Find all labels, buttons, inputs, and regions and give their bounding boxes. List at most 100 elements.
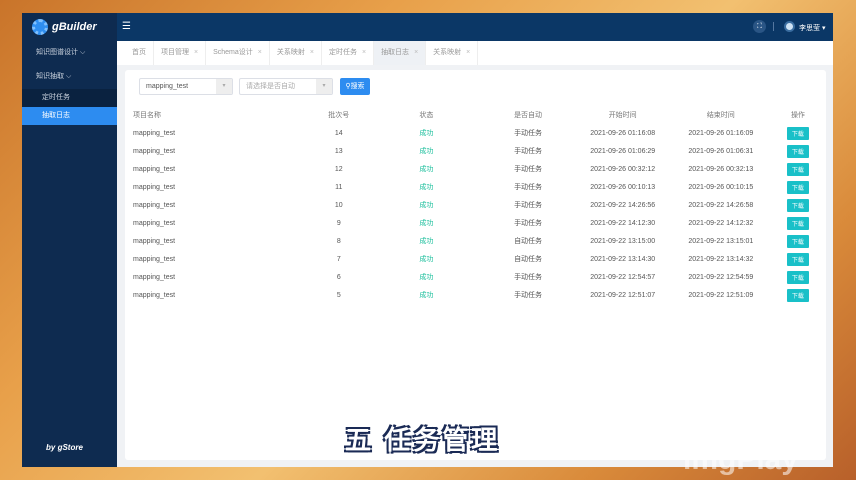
cell-text: 2021-09-22 13:15:01 xyxy=(688,237,754,245)
user-menu[interactable]: 李思莹 ▾ xyxy=(799,23,825,33)
table-cell: mapping_test xyxy=(125,142,307,160)
avatar[interactable] xyxy=(784,21,795,32)
top-header: ☰ ⛶ 李思莹 ▾ xyxy=(22,13,833,41)
project-select[interactable]: mapping_test ▾ xyxy=(139,78,233,95)
table-cell: 10 xyxy=(307,196,370,214)
close-icon[interactable]: × xyxy=(258,49,262,56)
tab-0[interactable]: 首页 xyxy=(125,41,154,65)
table-cell: 2021-09-22 14:26:58 xyxy=(672,196,770,214)
cell-text: 2021-09-22 14:26:58 xyxy=(688,201,754,209)
download-button[interactable]: 下载 xyxy=(786,270,809,284)
table-cell: 2021-09-26 01:06:29 xyxy=(574,142,672,160)
cell-text: 2021-09-22 13:14:32 xyxy=(688,255,754,263)
auto-select[interactable]: 请选择是否自动 ▾ xyxy=(239,78,333,95)
cell-text: 手动任务 xyxy=(514,202,543,209)
tab-6[interactable]: 关系映射 × xyxy=(426,41,479,65)
cell-text: 7 xyxy=(336,255,341,263)
divider xyxy=(773,22,774,31)
table-cell: 7 xyxy=(307,250,370,268)
project-select-value: mapping_test xyxy=(146,83,189,90)
fullscreen-icon[interactable]: ⛶ xyxy=(753,20,766,33)
status-text: 成功 xyxy=(419,256,434,263)
tab-5[interactable]: 抽取日志 × xyxy=(374,41,427,65)
cell-text: mapping_test xyxy=(133,183,176,191)
powered-by-logo: by gStore xyxy=(46,443,83,452)
cell-text: 2021-09-26 01:06:29 xyxy=(590,147,656,155)
table-cell: mapping_test xyxy=(125,214,307,232)
tab-3[interactable]: 关系映射 × xyxy=(270,41,322,65)
cell-text: mapping_test xyxy=(133,237,176,245)
close-icon[interactable]: × xyxy=(466,49,470,56)
cell-text: 自动任务 xyxy=(514,256,543,263)
table-cell: 成功 xyxy=(370,250,482,268)
tab-1[interactable]: 项目管理 × xyxy=(154,41,207,65)
status-text: 成功 xyxy=(419,238,434,245)
cell-text: mapping_test xyxy=(133,147,176,155)
table-row: mapping_test 9 成功 手动任务 2021-09-22 14:12:30 20… xyxy=(125,214,826,232)
table-cell: 成功 xyxy=(370,268,482,286)
cell-text: 手动任务 xyxy=(514,130,543,137)
download-button[interactable]: 下载 xyxy=(786,234,809,248)
tab-label: 关系映射 xyxy=(433,49,462,56)
table-cell: 2021-09-26 01:16:08 xyxy=(574,124,672,142)
cell-text: 2021-09-26 01:06:31 xyxy=(688,147,754,155)
table-cell: 2021-09-22 12:51:07 xyxy=(574,286,672,304)
status-text: 成功 xyxy=(419,274,434,281)
column-header: 操作 xyxy=(790,112,805,119)
table-cell: 2021-09-26 00:32:12 xyxy=(574,160,672,178)
table-cell: mapping_test xyxy=(125,160,307,178)
cell-text: 手动任务 xyxy=(514,148,543,155)
table-cell: 成功 xyxy=(370,178,482,196)
table-cell: 2021-09-22 13:15:00 xyxy=(574,232,672,250)
tab-2[interactable]: Schema设计 × xyxy=(206,41,270,65)
download-button[interactable]: 下载 xyxy=(786,198,809,212)
table-cell: 2021-09-22 13:15:01 xyxy=(672,232,770,250)
cell-text: 2021-09-26 00:10:13 xyxy=(590,183,656,191)
cell-text: 2021-09-22 14:12:32 xyxy=(688,219,754,227)
cell-text: 2021-09-22 12:54:57 xyxy=(590,273,656,281)
search-button[interactable]: ⚲搜索 xyxy=(340,78,370,95)
table-row: mapping_test 13 成功 手动任务 2021-09-26 01:06:29 2… xyxy=(125,142,826,160)
table-cell: 手动任务 xyxy=(483,268,574,286)
cell-text: 自动任务 xyxy=(514,238,543,245)
cell-text: 2021-09-22 12:51:09 xyxy=(688,291,754,299)
table-row: mapping_test 11 成功 手动任务 2021-09-26 00:10:13 2… xyxy=(125,178,826,196)
table-cell: 2021-09-22 12:54:59 xyxy=(672,268,770,286)
sidebar-item-scheduled-tasks[interactable]: 定时任务 xyxy=(22,89,117,107)
table-cell: 下载 xyxy=(770,142,826,160)
powered-by-text: gStore xyxy=(57,443,83,452)
close-icon[interactable]: × xyxy=(414,49,418,56)
download-button[interactable]: 下载 xyxy=(786,216,809,230)
cell-text: 12 xyxy=(334,165,343,173)
column-header: 状态 xyxy=(419,112,434,119)
table-cell: 2021-09-26 00:10:15 xyxy=(672,178,770,196)
status-text: 成功 xyxy=(419,202,434,209)
close-icon[interactable]: × xyxy=(362,49,366,56)
cell-text: 2021-09-22 13:15:00 xyxy=(590,237,656,245)
close-icon[interactable]: × xyxy=(194,49,198,56)
cell-text: 2021-09-22 14:26:56 xyxy=(590,201,656,209)
download-button[interactable]: 下载 xyxy=(786,288,809,302)
sidebar-item-extraction[interactable]: 知识抽取 ⌵ xyxy=(22,65,117,89)
download-button[interactable]: 下载 xyxy=(786,180,809,194)
cell-text: 9 xyxy=(336,219,341,227)
download-button[interactable]: 下载 xyxy=(786,144,809,158)
cell-text: 手动任务 xyxy=(514,274,543,281)
table-row: mapping_test 14 成功 手动任务 2021-09-26 01:16:08 2… xyxy=(125,124,826,142)
close-icon[interactable]: × xyxy=(310,49,314,56)
status-text: 成功 xyxy=(419,220,434,227)
sidebar-item-kg-design[interactable]: 知识图谱设计 ⌵ xyxy=(22,41,117,65)
table-cell: 2021-09-22 14:12:30 xyxy=(574,214,672,232)
table-cell: 下载 xyxy=(770,232,826,250)
tab-label: 关系映射 xyxy=(276,49,305,56)
table-cell: 自动任务 xyxy=(483,232,574,250)
table-cell: 下载 xyxy=(770,160,826,178)
menu-toggle-icon[interactable]: ☰ xyxy=(122,21,131,32)
sidebar-item-extraction-log[interactable]: 抽取日志 xyxy=(22,107,117,125)
download-button[interactable]: 下载 xyxy=(786,252,809,266)
cell-text: 11 xyxy=(335,183,343,191)
download-button[interactable]: 下载 xyxy=(786,126,809,140)
download-button[interactable]: 下载 xyxy=(786,162,809,176)
tab-4[interactable]: 定时任务 × xyxy=(322,41,375,65)
table-cell: 下载 xyxy=(770,268,826,286)
